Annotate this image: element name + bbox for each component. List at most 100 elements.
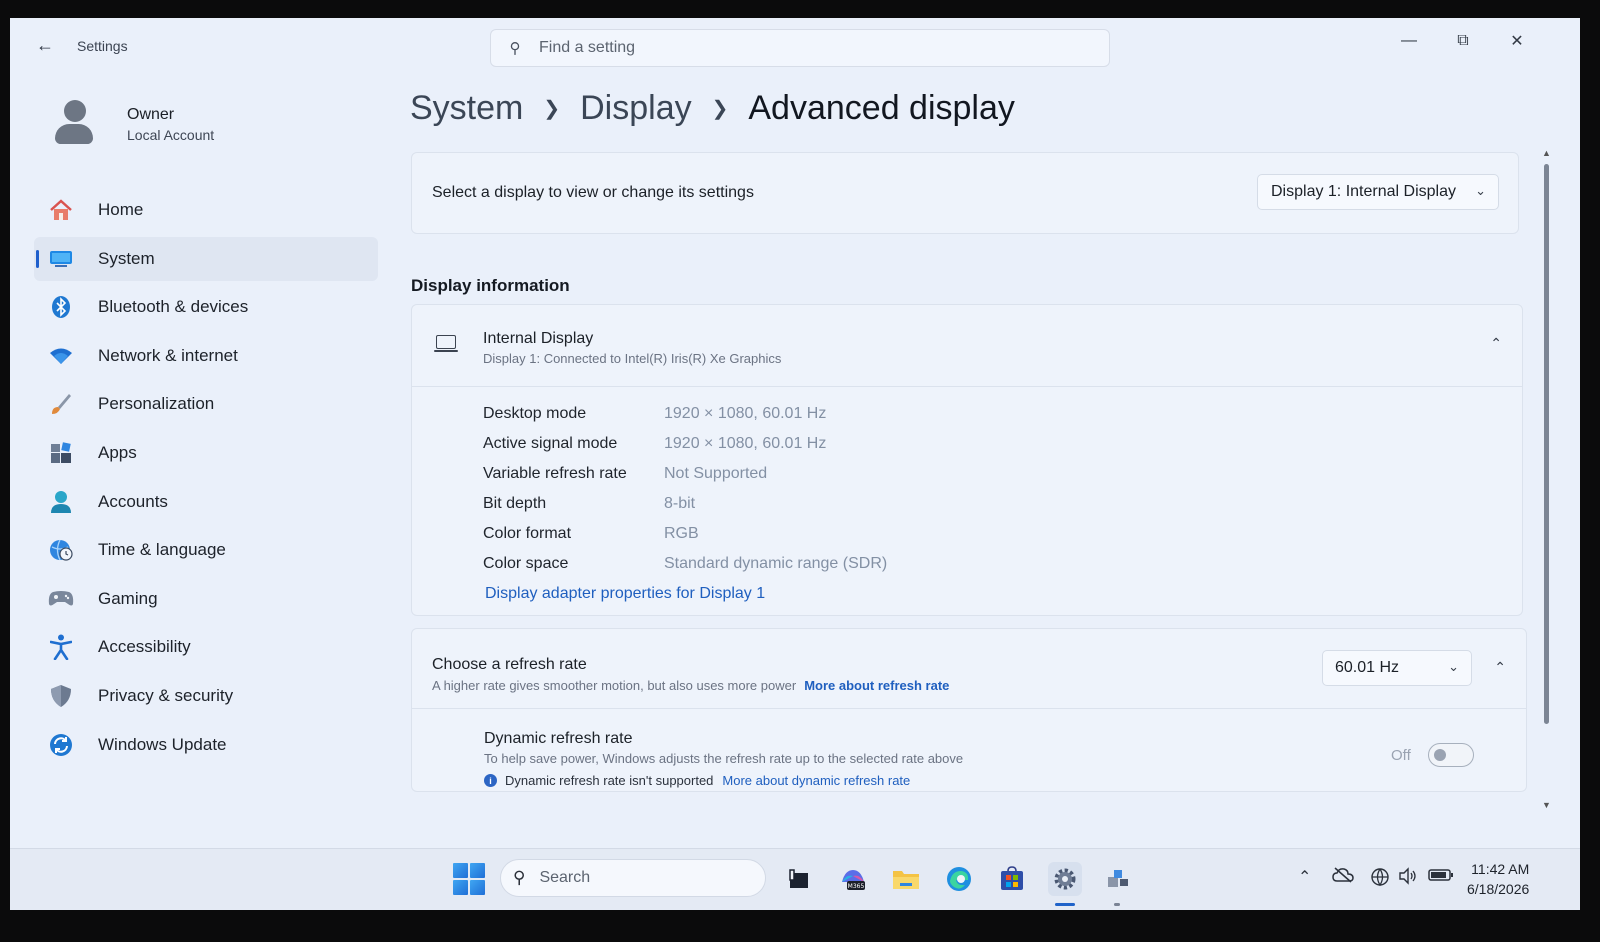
scrollbar[interactable]: ▲ ▼ — [1542, 148, 1551, 820]
avatar[interactable] — [52, 100, 96, 144]
info-row: Variable refresh rate Not Supported — [483, 459, 887, 489]
sidebar-item-gaming[interactable]: Gaming — [34, 577, 378, 621]
wifi-icon — [48, 343, 74, 369]
dynamic-refresh-note: i Dynamic refresh rate isn't supported M… — [484, 773, 910, 788]
app-title: Settings — [77, 38, 128, 54]
search-icon: ⚲ — [513, 868, 526, 887]
sidebar-item-system[interactable]: System — [34, 236, 378, 281]
sidebar-item-personalization[interactable]: Personalization — [34, 382, 378, 426]
info-icon: i — [484, 774, 497, 787]
accounts-icon — [48, 489, 74, 515]
info-value: Not Supported — [664, 465, 768, 482]
taskbar-search[interactable]: ⚲ Search — [500, 859, 766, 897]
title-bar: ← Settings ⚲ — ⧉ ✕ — [10, 18, 1580, 74]
back-button[interactable]: ← — [32, 32, 58, 58]
chevron-right-icon: ❯ — [711, 97, 729, 120]
account-type: Local Account — [127, 127, 215, 143]
edge-browser-icon[interactable] — [942, 862, 976, 896]
sidebar-item-label: System — [98, 248, 155, 268]
onedrive-icon[interactable] — [1332, 867, 1354, 888]
sidebar-item-label: Apps — [98, 442, 137, 462]
dynamic-refresh-state: Off — [1391, 747, 1411, 764]
info-value: 1920 × 1080, 60.01 Hz — [664, 435, 827, 452]
info-row: Color space Standard dynamic range (SDR) — [483, 549, 887, 579]
sidebar-item-bluetooth[interactable]: Bluetooth & devices — [34, 285, 378, 329]
sidebar-nav: Home System Bluetooth & devices Network … — [34, 188, 378, 771]
refresh-rate-dropdown[interactable]: 60.01 Hz ⌄ — [1322, 650, 1472, 686]
windows-start-button[interactable] — [453, 863, 485, 895]
info-row: Active signal mode 1920 × 1080, 60.01 Hz — [483, 429, 887, 459]
chevron-right-icon: ❯ — [543, 97, 561, 120]
info-row: Color format RGB — [483, 519, 887, 549]
dynamic-refresh-toggle[interactable] — [1428, 743, 1474, 767]
sidebar-item-network[interactable]: Network & internet — [34, 334, 378, 378]
scrollbar-thumb[interactable] — [1544, 164, 1549, 724]
sidebar-item-accounts[interactable]: Accounts — [34, 480, 378, 524]
brush-icon — [48, 391, 74, 417]
user-name: Owner — [127, 106, 175, 123]
display-name: Internal Display — [483, 330, 594, 347]
sidebar-item-label: Accessibility — [98, 637, 191, 657]
refresh-rate-card: Choose a refresh rate A higher rate give… — [411, 628, 1527, 792]
find-setting-search[interactable]: ⚲ — [490, 29, 1110, 67]
breadcrumb-system[interactable]: System — [410, 89, 523, 128]
sidebar-item-home[interactable]: Home — [34, 188, 378, 232]
laptop-icon — [434, 335, 458, 353]
chevron-down-icon: ⌄ — [1475, 183, 1486, 198]
app-pinned-icon[interactable] — [1101, 862, 1135, 896]
chevron-down-icon: ⌄ — [1448, 659, 1459, 674]
info-key: Bit depth — [483, 495, 547, 512]
sidebar-item-label: Home — [98, 200, 144, 219]
task-view-icon[interactable] — [782, 862, 816, 896]
running-app-indicator — [1114, 903, 1120, 906]
sidebar-item-label: Time & language — [98, 540, 226, 560]
display-dropdown-value: Display 1: Internal Display — [1271, 183, 1456, 200]
m365-copilot-icon[interactable]: M365 — [836, 862, 870, 896]
display-select-card: Select a display to view or change its s… — [411, 152, 1519, 234]
accessibility-icon — [48, 634, 74, 661]
sidebar-item-windows-update[interactable]: Windows Update — [34, 723, 378, 767]
scroll-down-icon[interactable]: ▼ — [1542, 800, 1551, 810]
more-about-refresh-rate-link[interactable]: More about refresh rate — [804, 678, 949, 693]
settings-window: ← Settings ⚲ — ⧉ ✕ Owner Local Account H… — [10, 18, 1580, 848]
info-key: Active signal mode — [483, 435, 618, 452]
network-globe-icon[interactable] — [1370, 867, 1390, 892]
display-select-label: Select a display to view or change its s… — [432, 184, 754, 201]
find-setting-input[interactable] — [539, 39, 1059, 57]
info-key: Variable refresh rate — [483, 465, 627, 482]
more-about-dynamic-refresh-link[interactable]: More about dynamic refresh rate — [722, 773, 910, 788]
display-dropdown[interactable]: Display 1: Internal Display ⌄ — [1257, 174, 1499, 210]
microsoft-store-icon[interactable] — [995, 862, 1029, 896]
refresh-rate-description: A higher rate gives smoother motion, but… — [432, 678, 950, 693]
file-explorer-icon[interactable] — [889, 862, 923, 896]
sidebar-item-label: Privacy & security — [98, 685, 234, 705]
apps-icon — [48, 440, 74, 466]
chevron-up-icon[interactable]: ⌃ — [1494, 659, 1506, 676]
taskbar-clock[interactable]: 11:42 AM 6/18/2026 — [1467, 859, 1529, 899]
battery-icon[interactable] — [1428, 867, 1454, 888]
gamepad-icon — [48, 586, 74, 612]
chevron-up-icon[interactable]: ⌃ — [1298, 867, 1311, 887]
minimize-button[interactable]: — — [1386, 26, 1432, 56]
close-button[interactable]: ✕ — [1494, 26, 1540, 56]
display-connection: Display 1: Connected to Intel(R) Iris(R)… — [483, 351, 782, 366]
info-value: 8-bit — [664, 495, 696, 512]
restore-button[interactable]: ⧉ — [1440, 26, 1486, 56]
volume-icon[interactable] — [1398, 867, 1418, 890]
breadcrumb-display[interactable]: Display — [580, 89, 691, 128]
sidebar-item-apps[interactable]: Apps — [34, 431, 378, 475]
chevron-up-icon[interactable]: ⌃ — [1490, 335, 1502, 352]
display-adapter-properties-link[interactable]: Display adapter properties for Display 1 — [485, 585, 765, 603]
scroll-up-icon[interactable]: ▲ — [1542, 148, 1551, 158]
sidebar-item-privacy[interactable]: Privacy & security — [34, 674, 378, 718]
sidebar-item-accessibility[interactable]: Accessibility — [34, 625, 378, 669]
sidebar-item-label: Personalization — [98, 394, 215, 414]
display-info-card: Internal Display Display 1: Connected to… — [411, 304, 1523, 616]
page-title: Advanced display — [748, 88, 1015, 127]
display-info-rows: Desktop mode 1920 × 1080, 60.01 Hz Activ… — [483, 399, 887, 579]
refresh-rate-title: Choose a refresh rate — [432, 656, 587, 673]
info-value: RGB — [664, 525, 699, 542]
display-info-header[interactable]: Internal Display Display 1: Connected to… — [412, 305, 1522, 387]
settings-gear-icon[interactable] — [1048, 862, 1082, 896]
sidebar-item-time-language[interactable]: Time & language — [34, 528, 378, 572]
